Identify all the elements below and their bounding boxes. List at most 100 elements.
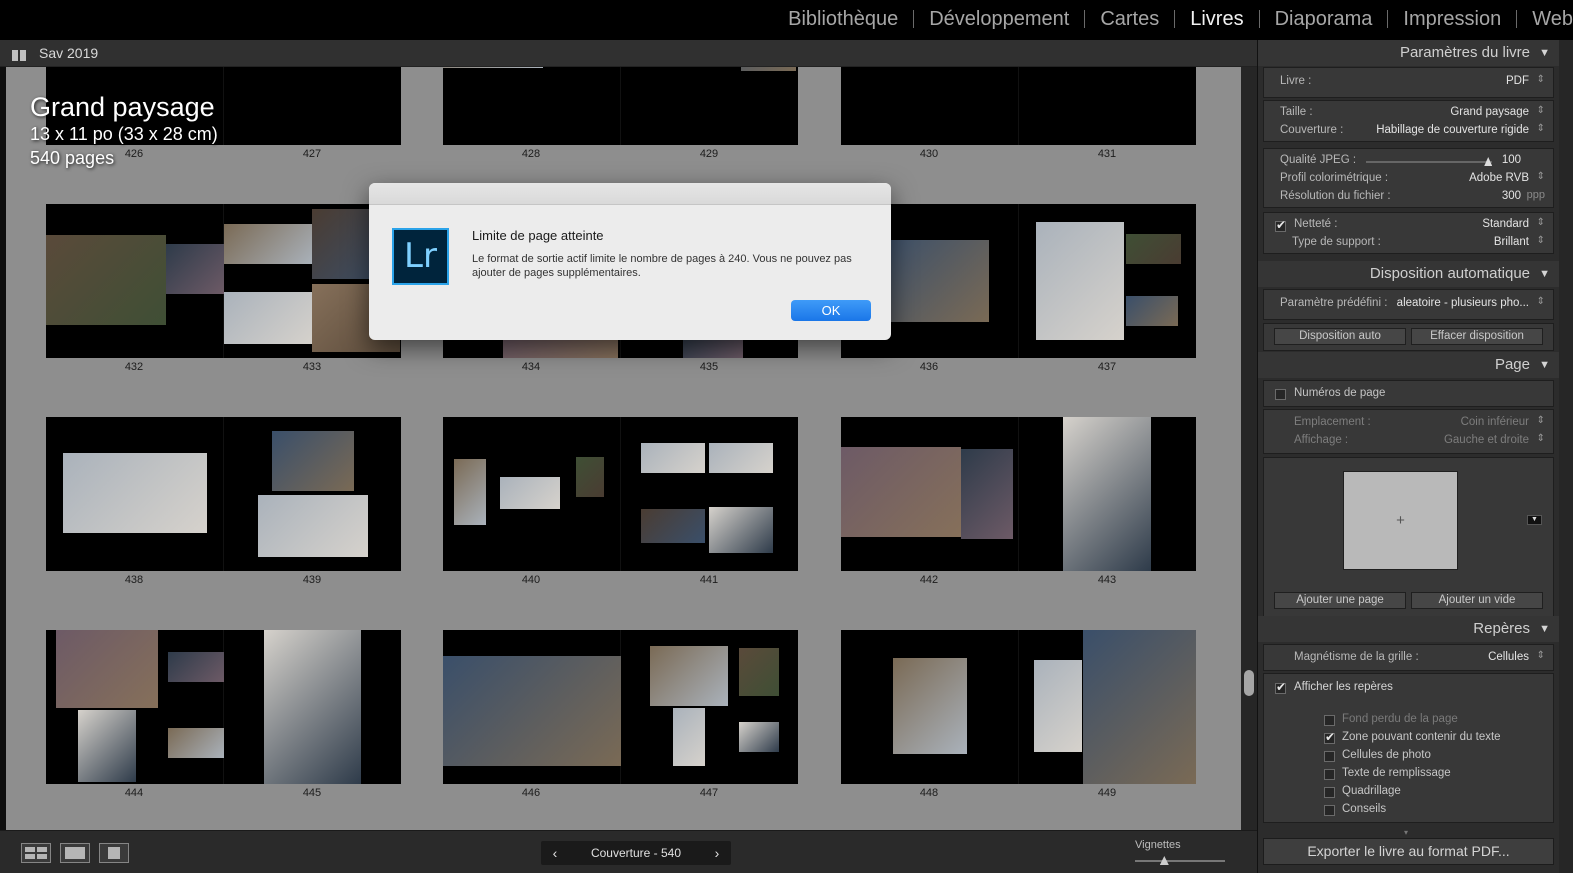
- next-page-button[interactable]: ›: [703, 841, 731, 865]
- photo-cell[interactable]: [443, 656, 621, 766]
- canvas-scrollbar[interactable]: [1241, 67, 1257, 830]
- book-spread[interactable]: [841, 67, 1196, 145]
- photo-cell[interactable]: [166, 244, 224, 294]
- template-menu-dropdown-icon[interactable]: ▼: [1527, 515, 1542, 525]
- couverture-popup[interactable]: Couverture : Habillage de couverture rig…: [1280, 123, 1545, 141]
- photo-cell[interactable]: [576, 457, 604, 497]
- color-profile-value[interactable]: Adobe RVB: [1469, 172, 1529, 184]
- photo-cell[interactable]: [454, 459, 486, 525]
- photo-cell[interactable]: [641, 509, 705, 543]
- grid-snap-popup[interactable]: Magnétisme de la grille : Cellules ⇕: [1294, 650, 1545, 668]
- book-spread[interactable]: [443, 630, 798, 784]
- photo-cell[interactable]: [650, 646, 728, 706]
- section-header-page[interactable]: Page ▼: [1258, 352, 1560, 378]
- photo-cell[interactable]: [258, 495, 368, 557]
- jpeg-quality-slider[interactable]: [1366, 161, 1492, 163]
- module-web[interactable]: Web: [1517, 8, 1573, 31]
- photo-cell[interactable]: [741, 67, 796, 71]
- module-diaporama[interactable]: Diaporama: [1260, 8, 1388, 31]
- right-panel-scrollbar[interactable]: [1559, 40, 1573, 873]
- page-numbers-checkbox[interactable]: [1275, 389, 1286, 400]
- guide-checkbox[interactable]: [1324, 769, 1335, 780]
- module-impression[interactable]: Impression: [1388, 8, 1516, 31]
- grid-snap-value[interactable]: Cellules: [1488, 651, 1529, 663]
- module-bibliotheque[interactable]: Bibliothèque: [773, 8, 913, 31]
- photo-cell[interactable]: [56, 630, 158, 708]
- guide-checkbox[interactable]: [1324, 805, 1335, 816]
- export-pdf-button[interactable]: Exporter le livre au format PDF...: [1263, 838, 1554, 865]
- photo-cell[interactable]: [739, 648, 779, 696]
- sharpening-popup[interactable]: Netteté : Standard ⇕: [1294, 217, 1545, 235]
- photo-cell[interactable]: [224, 292, 314, 344]
- photo-cell[interactable]: [78, 710, 136, 782]
- photo-cell[interactable]: [264, 630, 361, 784]
- position-value[interactable]: Coin inférieur: [1461, 416, 1529, 428]
- book-spread[interactable]: [841, 417, 1196, 571]
- photo-cell[interactable]: [443, 67, 543, 68]
- color-profile-popup[interactable]: Profil colorimétrique : Adobe RVB ⇕: [1280, 171, 1545, 189]
- page-template-preview[interactable]: +: [1343, 471, 1458, 570]
- couverture-value[interactable]: Habillage de couverture rigide: [1376, 124, 1529, 136]
- guide-checkbox[interactable]: [1324, 751, 1335, 762]
- module-developpement[interactable]: Développement: [914, 8, 1084, 31]
- livre-value[interactable]: PDF: [1506, 75, 1529, 87]
- book-spread[interactable]: [46, 417, 401, 571]
- photo-cell[interactable]: [500, 477, 560, 509]
- photo-cell[interactable]: [1126, 296, 1178, 326]
- module-livres[interactable]: Livres: [1175, 8, 1258, 31]
- filmstrip-toggle-icon[interactable]: [12, 48, 28, 61]
- guide-checkbox[interactable]: [1324, 715, 1335, 726]
- section-header-guides[interactable]: Repères ▼: [1258, 616, 1560, 642]
- sharpening-checkbox[interactable]: [1275, 218, 1286, 232]
- display-value[interactable]: Gauche et droite: [1444, 434, 1529, 446]
- previous-page-button[interactable]: ‹: [541, 841, 569, 865]
- canvas-scroll-thumb[interactable]: [1244, 670, 1254, 696]
- photo-cell[interactable]: [961, 449, 1013, 539]
- ok-button[interactable]: OK: [791, 300, 871, 321]
- clear-layout-button[interactable]: Effacer disposition: [1411, 328, 1543, 345]
- module-cartes[interactable]: Cartes: [1085, 8, 1174, 31]
- preset-popup[interactable]: Paramètre prédéfini : aleatoire - plusie…: [1280, 296, 1545, 314]
- position-popup[interactable]: Emplacement : Coin inférieur ⇕: [1294, 415, 1545, 433]
- preset-value[interactable]: aleatoire - plusieurs pho...: [1397, 297, 1529, 309]
- taille-value[interactable]: Grand paysage: [1450, 106, 1529, 118]
- single-page-view-button[interactable]: [99, 843, 129, 863]
- livre-popup[interactable]: Livre : PDF ⇕: [1280, 74, 1545, 92]
- photo-cell[interactable]: [641, 443, 705, 473]
- guide-checkbox[interactable]: [1324, 787, 1335, 798]
- photo-cell[interactable]: [673, 708, 705, 766]
- photo-cell[interactable]: [272, 431, 354, 491]
- photo-cell[interactable]: [168, 728, 224, 758]
- show-guides-checkbox[interactable]: [1275, 680, 1286, 694]
- photo-cell[interactable]: [739, 722, 779, 752]
- jpeg-quality-value[interactable]: 100: [1502, 154, 1521, 166]
- photo-cell[interactable]: [168, 652, 224, 682]
- photo-cell[interactable]: [1036, 222, 1124, 340]
- section-header-auto-layout[interactable]: Disposition automatique ▼: [1258, 261, 1560, 287]
- photo-cell[interactable]: [1063, 417, 1151, 571]
- book-canvas[interactable]: Grand paysage 13 x 11 po (33 x 28 cm) 54…: [6, 67, 1241, 830]
- photo-cell[interactable]: [893, 658, 967, 754]
- book-spread[interactable]: [841, 204, 1196, 358]
- book-spread[interactable]: [46, 204, 401, 358]
- photo-cell[interactable]: [1126, 234, 1181, 264]
- display-popup[interactable]: Affichage : Gauche et droite ⇕: [1294, 433, 1545, 451]
- photo-cell[interactable]: [879, 240, 989, 322]
- photo-cell[interactable]: [224, 224, 314, 264]
- collapse-triangle-icon[interactable]: ▼: [1539, 261, 1550, 287]
- book-spread[interactable]: [46, 630, 401, 784]
- add-page-button[interactable]: Ajouter une page: [1274, 592, 1406, 609]
- section-header-book-settings[interactable]: Paramètres du livre ▼: [1258, 40, 1560, 66]
- multi-page-view-button[interactable]: [21, 843, 51, 863]
- book-spread[interactable]: [841, 630, 1196, 784]
- photo-cell[interactable]: [709, 507, 773, 553]
- book-spread[interactable]: [443, 67, 798, 145]
- taille-popup[interactable]: Taille : Grand paysage ⇕: [1280, 105, 1545, 123]
- book-spread[interactable]: [443, 417, 798, 571]
- thumbnail-size-slider[interactable]: [1135, 860, 1225, 862]
- auto-layout-button[interactable]: Disposition auto: [1274, 328, 1406, 345]
- photo-cell[interactable]: [1034, 660, 1082, 752]
- photo-cell[interactable]: [63, 453, 207, 533]
- media-type-popup[interactable]: Type de support : Brillant ⇕: [1292, 235, 1545, 253]
- spread-view-button[interactable]: [60, 843, 90, 863]
